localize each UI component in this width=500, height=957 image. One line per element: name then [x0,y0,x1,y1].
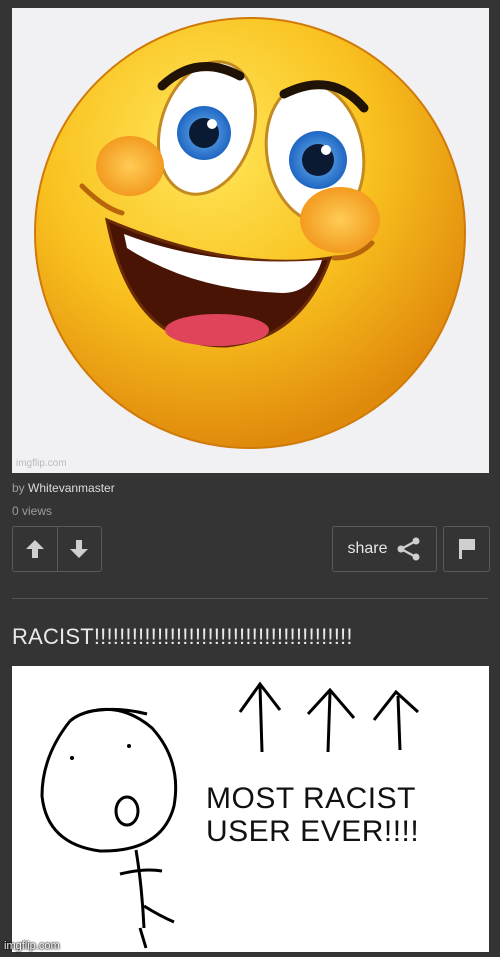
share-label: share [347,540,388,557]
section-divider [12,598,488,599]
vote-buttons [12,526,102,572]
caption-line-1: MOST RACIST [206,782,416,815]
downvote-button[interactable] [56,527,102,571]
comment-image-caption: MOST RACIST USER EVER!!!! [206,782,476,848]
smiley-emoji-image [34,17,466,449]
author-line: by Whitevanmaster [12,481,115,495]
author-link[interactable]: Whitevanmaster [28,481,115,495]
share-button[interactable]: share [332,526,437,572]
view-count: 0 views [12,504,53,518]
comment-image-watermark: imgflip.com [4,940,60,952]
arrow-down-icon [70,540,89,558]
share-icon [397,537,420,561]
flag-icon [458,539,475,559]
upvote-button[interactable] [13,527,57,571]
arrow-up-icon [25,540,44,558]
by-prefix: by [12,481,25,495]
caption-line-2: USER EVER!!!! [206,815,420,848]
comment-text: RACIST!!!!!!!!!!!!!!!!!!!!!!!!!!!!!!!!!!… [12,624,353,649]
flag-button[interactable] [443,526,490,572]
meme-watermark: imgflip.com [16,458,67,469]
meme-image[interactable]: imgflip.com [12,8,489,473]
